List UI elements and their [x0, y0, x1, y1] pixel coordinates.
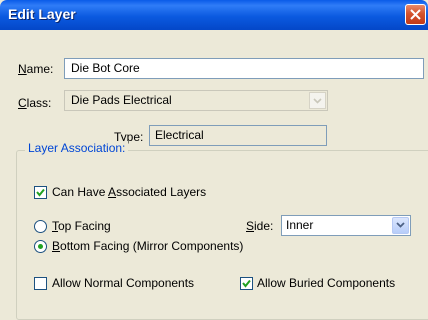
- layer-association-title: Layer Association:: [25, 141, 129, 155]
- window-title: Edit Layer: [8, 6, 76, 22]
- class-select-value: Die Pads Electrical: [71, 93, 172, 107]
- name-input[interactable]: Die Bot Core: [64, 58, 424, 79]
- side-select-value: Inner: [286, 218, 314, 232]
- chevron-down-icon[interactable]: [392, 217, 409, 234]
- allow-normal-components-label[interactable]: Allow Normal Components: [52, 276, 194, 290]
- check-icon: [242, 279, 251, 288]
- class-label: Class:: [18, 96, 52, 110]
- can-have-associated-label[interactable]: Can Have Associated Layers: [52, 185, 206, 199]
- side-label: Side:: [246, 219, 274, 233]
- class-select[interactable]: Die Pads Electrical: [64, 90, 328, 111]
- title-bar[interactable]: Edit Layer: [0, 0, 428, 30]
- type-value: Electrical: [149, 125, 327, 146]
- name-label: Name:: [18, 62, 54, 76]
- close-icon: [410, 9, 421, 20]
- side-select[interactable]: Inner: [281, 215, 411, 236]
- bottom-facing-radio[interactable]: [34, 240, 47, 253]
- allow-normal-components-checkbox[interactable]: [34, 277, 47, 290]
- top-facing-radio[interactable]: [34, 220, 47, 233]
- check-icon: [36, 188, 45, 197]
- allow-buried-components-label[interactable]: Allow Buried Components: [257, 276, 395, 290]
- chevron-down-icon: [309, 92, 326, 109]
- top-facing-label[interactable]: Top Facing: [52, 219, 111, 233]
- can-have-associated-checkbox[interactable]: [34, 186, 47, 199]
- allow-buried-components-checkbox[interactable]: [240, 277, 253, 290]
- close-button[interactable]: [405, 4, 426, 25]
- bottom-facing-label[interactable]: Bottom Facing (Mirror Components): [52, 239, 243, 253]
